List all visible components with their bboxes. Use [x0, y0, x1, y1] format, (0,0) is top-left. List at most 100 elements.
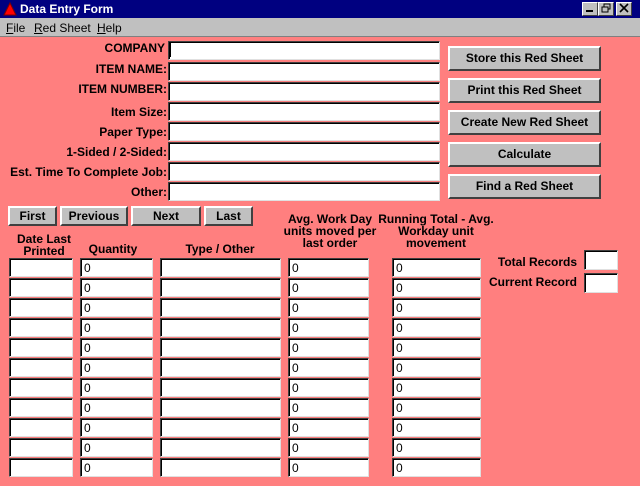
- item-size-label: Item Size:: [110, 105, 167, 119]
- avg-cell[interactable]: 0: [288, 398, 369, 417]
- date-cell[interactable]: [9, 318, 73, 337]
- last-record-button[interactable]: Last: [204, 206, 253, 226]
- quantity-cell[interactable]: 0: [80, 378, 153, 397]
- quantity-cell[interactable]: 0: [80, 258, 153, 277]
- paper-type-field[interactable]: [168, 122, 440, 141]
- type-cell[interactable]: [160, 398, 281, 417]
- avg-cell[interactable]: 0: [288, 418, 369, 437]
- close-button[interactable]: [616, 2, 632, 16]
- running-total-cell[interactable]: 0: [392, 318, 481, 337]
- close-icon: [619, 3, 629, 13]
- date-cell[interactable]: [9, 438, 73, 457]
- create-red-sheet-button[interactable]: Create New Red Sheet: [448, 110, 601, 135]
- find-red-sheet-button[interactable]: Find a Red Sheet: [448, 174, 601, 199]
- running-total-cell[interactable]: 0: [392, 358, 481, 377]
- type-cell[interactable]: [160, 258, 281, 277]
- current-record-field: [584, 273, 618, 293]
- menu-file-label: ile: [13, 21, 26, 35]
- type-cell[interactable]: [160, 278, 281, 297]
- running-total-cell[interactable]: 0: [392, 298, 481, 317]
- date-cell[interactable]: [9, 418, 73, 437]
- menu-red-sheet-accel: R: [34, 21, 43, 35]
- first-record-button[interactable]: First: [8, 206, 57, 226]
- type-cell[interactable]: [160, 318, 281, 337]
- date-cell[interactable]: [9, 378, 73, 397]
- title-bar: Data Entry Form: [0, 0, 640, 18]
- menu-help-accel: H: [97, 21, 106, 35]
- item-name-label: ITEM NAME:: [95, 62, 167, 76]
- date-cell[interactable]: [9, 358, 73, 377]
- menu-red-sheet[interactable]: Red Sheet: [34, 21, 91, 35]
- avg-cell[interactable]: 0: [288, 458, 369, 477]
- running-total-cell[interactable]: 0: [392, 378, 481, 397]
- running-total-cell[interactable]: 0: [392, 338, 481, 357]
- quantity-cell[interactable]: 0: [80, 278, 153, 297]
- avg-cell[interactable]: 0: [288, 378, 369, 397]
- type-other-header: Type / Other: [185, 242, 255, 256]
- avg-cell[interactable]: 0: [288, 318, 369, 337]
- item-number-field[interactable]: [168, 82, 440, 101]
- app-icon: [3, 2, 17, 16]
- current-record-label: Current Record: [488, 275, 577, 289]
- avg-cell[interactable]: 0: [288, 358, 369, 377]
- type-cell[interactable]: [160, 458, 281, 477]
- type-cell[interactable]: [160, 338, 281, 357]
- running-total-cell[interactable]: 0: [392, 438, 481, 457]
- running-total-header: Running Total - Avg. Workday unit moveme…: [378, 212, 494, 250]
- type-cell[interactable]: [160, 298, 281, 317]
- quantity-cell[interactable]: 0: [80, 438, 153, 457]
- item-number-label: ITEM NUMBER:: [78, 82, 167, 96]
- calculate-button[interactable]: Calculate: [448, 142, 601, 167]
- type-cell[interactable]: [160, 438, 281, 457]
- sided-label: 1-Sided / 2-Sided:: [66, 145, 167, 159]
- date-cell[interactable]: [9, 278, 73, 297]
- running-total-cell[interactable]: 0: [392, 398, 481, 417]
- next-record-button[interactable]: Next: [131, 206, 201, 226]
- type-cell[interactable]: [160, 378, 281, 397]
- avg-cell[interactable]: 0: [288, 258, 369, 277]
- other-field[interactable]: [168, 182, 440, 201]
- quantity-cell[interactable]: 0: [80, 298, 153, 317]
- minimize-button[interactable]: [582, 2, 598, 16]
- sided-field[interactable]: [168, 142, 440, 161]
- company-field[interactable]: [168, 41, 440, 60]
- date-cell[interactable]: [9, 258, 73, 277]
- date-cell[interactable]: [9, 458, 73, 477]
- avg-cell[interactable]: 0: [288, 298, 369, 317]
- running-total-cell[interactable]: 0: [392, 278, 481, 297]
- type-cell[interactable]: [160, 418, 281, 437]
- quantity-header: Quantity: [88, 242, 138, 256]
- date-cell[interactable]: [9, 298, 73, 317]
- restore-button[interactable]: [598, 2, 614, 16]
- running-total-cell[interactable]: 0: [392, 458, 481, 477]
- store-red-sheet-button[interactable]: Store this Red Sheet: [448, 46, 601, 71]
- type-cell[interactable]: [160, 358, 281, 377]
- quantity-cell[interactable]: 0: [80, 418, 153, 437]
- avg-cell[interactable]: 0: [288, 338, 369, 357]
- date-cell[interactable]: [9, 398, 73, 417]
- item-size-field[interactable]: [168, 102, 440, 121]
- est-time-field[interactable]: [168, 162, 440, 181]
- previous-record-button[interactable]: Previous: [60, 206, 128, 226]
- menu-file[interactable]: File: [6, 21, 25, 35]
- running-total-cell[interactable]: 0: [392, 418, 481, 437]
- avg-cell[interactable]: 0: [288, 278, 369, 297]
- date-cell[interactable]: [9, 338, 73, 357]
- running-total-cell[interactable]: 0: [392, 258, 481, 277]
- quantity-cell[interactable]: 0: [80, 358, 153, 377]
- menu-red-sheet-label: ed Sheet: [42, 21, 91, 35]
- date-last-printed-header: Date Last Printed: [16, 232, 72, 258]
- quantity-cell[interactable]: 0: [80, 338, 153, 357]
- quantity-cell[interactable]: 0: [80, 398, 153, 417]
- print-red-sheet-button[interactable]: Print this Red Sheet: [448, 78, 601, 103]
- menu-help[interactable]: Help: [97, 21, 122, 35]
- menu-bar: File Red Sheet Help: [0, 18, 640, 37]
- restore-icon: [601, 3, 611, 13]
- company-label: COMPANY: [104, 41, 165, 55]
- quantity-cell[interactable]: 0: [80, 318, 153, 337]
- paper-type-label: Paper Type:: [99, 125, 167, 139]
- item-name-field[interactable]: [168, 62, 440, 81]
- menu-help-label: elp: [105, 21, 122, 35]
- quantity-cell[interactable]: 0: [80, 458, 153, 477]
- avg-cell[interactable]: 0: [288, 438, 369, 457]
